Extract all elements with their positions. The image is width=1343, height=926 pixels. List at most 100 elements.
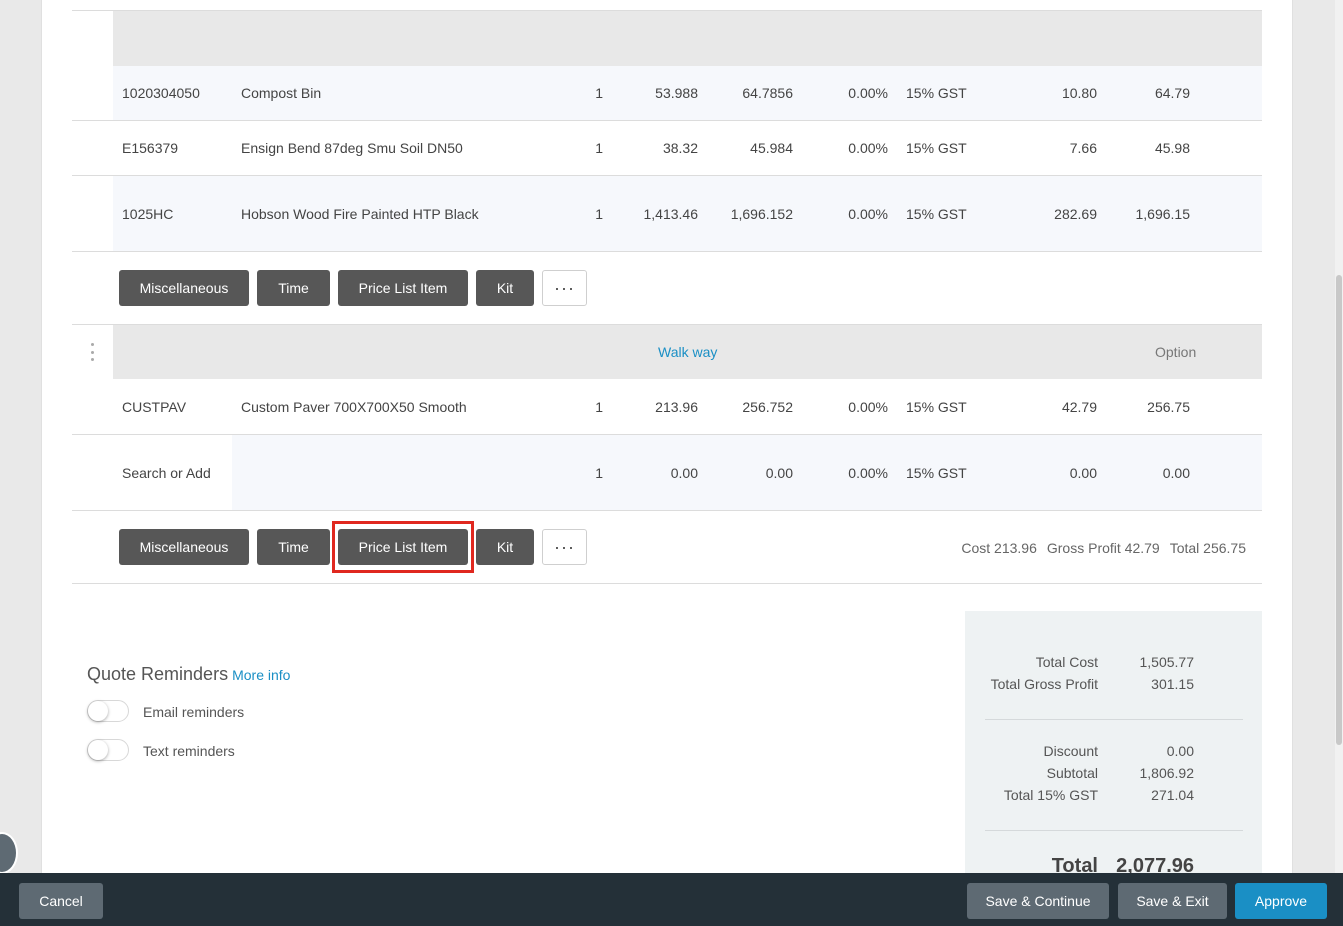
highlight-box: [332, 521, 474, 573]
approve-button[interactable]: Approve: [1235, 883, 1327, 919]
save-exit-button[interactable]: Save & Exit: [1118, 883, 1227, 919]
subtotal-label: Subtotal: [1046, 765, 1098, 781]
item-description: Custom Paver 700X700X50 Smooth: [241, 399, 467, 415]
summary-total-cost: Total Cost 1,505.77: [965, 654, 1262, 676]
section-header: Walk way Option: [113, 325, 1262, 379]
discount-value[interactable]: 0.00: [1167, 743, 1194, 759]
item-total: 1,696.15: [1135, 205, 1191, 222]
text-reminders-toggle[interactable]: [87, 739, 129, 761]
item-price: 64.7856: [742, 85, 793, 101]
item-gross-profit: 42.79: [1061, 399, 1097, 415]
miscellaneous-button[interactable]: Miscellaneous: [119, 270, 249, 306]
table-row[interactable]: E156379 Ensign Bend 87deg Smu Soil DN50 …: [113, 121, 1262, 175]
section-totals: Cost 213.96 Gross Profit 42.79 Total 256…: [961, 536, 1246, 560]
action-footer: Cancel Save & Continue Save & Exit Appro…: [0, 873, 1343, 926]
cancel-button[interactable]: Cancel: [19, 883, 103, 919]
item-description: Ensign Bend 87deg Smu Soil DN50: [241, 140, 463, 156]
summary-subtotal: Subtotal 1,806.92: [965, 765, 1262, 787]
item-cost: 213.96: [655, 399, 698, 415]
item-tax: 15% GST: [906, 399, 967, 415]
divider: [72, 583, 1262, 584]
item-discount: 0.00%: [848, 85, 888, 101]
item-qty[interactable]: 1: [553, 435, 603, 510]
drag-handle-icon[interactable]: [88, 343, 96, 361]
item-price[interactable]: 0.00: [703, 435, 793, 510]
item-discount: 0.00%: [848, 140, 888, 156]
item-cost[interactable]: 0.00: [608, 435, 698, 510]
more-options-button[interactable]: ···: [542, 270, 587, 306]
item-price: 45.984: [750, 140, 793, 156]
item-price: 1,696.152: [730, 205, 793, 222]
item-tax: 15% GST: [906, 205, 967, 222]
item-qty: 1: [595, 205, 603, 222]
miscellaneous-button[interactable]: Miscellaneous: [119, 529, 249, 565]
save-continue-button[interactable]: Save & Continue: [967, 883, 1109, 919]
search-or-add-input[interactable]: Search or Add: [122, 435, 232, 510]
item-cost: 1,413.46: [643, 205, 699, 222]
time-button[interactable]: Time: [257, 529, 330, 565]
email-reminders-toggle[interactable]: [87, 700, 129, 722]
sidebar-collapse-icon[interactable]: [0, 832, 18, 874]
time-button[interactable]: Time: [257, 270, 330, 306]
total-cost-label: Total Cost: [1035, 654, 1098, 670]
divider: [72, 510, 1262, 511]
quote-reminders: Quote Reminders More info: [87, 664, 290, 685]
section-header: [113, 11, 1262, 66]
item-cost: 53.988: [655, 85, 698, 101]
price-list-item-button[interactable]: Price List Item: [338, 270, 468, 306]
summary-gst: Total 15% GST 271.04: [965, 787, 1262, 809]
item-total: 0.00: [1162, 464, 1190, 481]
item-qty: 1: [595, 399, 603, 415]
scroll-thumb[interactable]: [1336, 275, 1342, 745]
option-label[interactable]: Option: [1155, 325, 1196, 379]
quote-reminders-title: Quote Reminders: [87, 664, 229, 684]
section-title[interactable]: Walk way: [658, 325, 717, 379]
total-gp-label: Total Gross Profit: [990, 676, 1098, 692]
discount-label: Discount: [1043, 743, 1098, 759]
quote-summary: Total Cost 1,505.77 Total Gross Profit 3…: [965, 611, 1262, 873]
kit-button[interactable]: Kit: [476, 270, 534, 306]
gst-label: Total 15% GST: [1003, 787, 1098, 803]
more-options-button[interactable]: ···: [542, 529, 587, 565]
item-code: 1020304050: [122, 85, 200, 101]
total-value: 2,077.96: [1116, 855, 1194, 873]
add-item-toolbar: Miscellaneous Time Price List Item Kit ·…: [119, 270, 587, 306]
table-row[interactable]: 1020304050 Compost Bin 1 53.988 64.7856 …: [113, 66, 1262, 120]
summary-discount: Discount 0.00: [965, 743, 1262, 765]
new-item-row: Search or Add 1 0.00 0.00 0.00% 15% GST …: [113, 435, 1262, 510]
summary-divider: [985, 719, 1243, 720]
text-reminders-label: Text reminders: [143, 743, 235, 759]
section-total: Total 256.75: [1169, 540, 1246, 556]
table-row[interactable]: CUSTPAV Custom Paver 700X700X50 Smooth 1…: [113, 380, 1262, 434]
divider: [72, 251, 1262, 252]
scrollbar[interactable]: [1335, 0, 1343, 926]
item-total: 45.98: [1154, 140, 1190, 156]
kit-button[interactable]: Kit: [476, 529, 534, 565]
item-description: Compost Bin: [241, 85, 322, 101]
section-cost: Cost 213.96: [961, 540, 1037, 556]
more-info-link[interactable]: More info: [232, 667, 290, 683]
summary-divider: [985, 830, 1243, 831]
item-gross-profit: 0.00: [1069, 464, 1097, 481]
summary-total: Total 2,077.96: [965, 855, 1262, 873]
item-discount: 0.00%: [848, 399, 888, 415]
summary-total-gross-profit: Total Gross Profit 301.15: [965, 676, 1262, 698]
gst-value: 271.04: [1151, 787, 1194, 803]
total-label: Total: [1051, 855, 1098, 873]
item-description: Hobson Wood Fire Painted HTP Black: [241, 205, 479, 222]
item-tax[interactable]: 15% GST: [906, 435, 967, 510]
item-discount[interactable]: 0.00%: [798, 435, 888, 510]
item-code: 1025HC: [122, 205, 174, 222]
item-total: 256.75: [1147, 399, 1190, 415]
item-qty: 1: [595, 140, 603, 156]
section-gross-profit: Gross Profit 42.79: [1046, 540, 1160, 556]
table-row[interactable]: 1025HC Hobson Wood Fire Painted HTP Blac…: [113, 176, 1262, 251]
item-gross-profit: 282.69: [1054, 205, 1097, 222]
item-code: E156379: [122, 140, 179, 156]
email-reminders-label: Email reminders: [143, 704, 245, 720]
item-tax: 15% GST: [906, 140, 967, 156]
total-cost-value: 1,505.77: [1139, 654, 1195, 670]
item-price: 256.752: [742, 399, 793, 415]
subtotal-value: 1,806.92: [1139, 765, 1195, 781]
item-cost: 38.32: [662, 140, 698, 156]
